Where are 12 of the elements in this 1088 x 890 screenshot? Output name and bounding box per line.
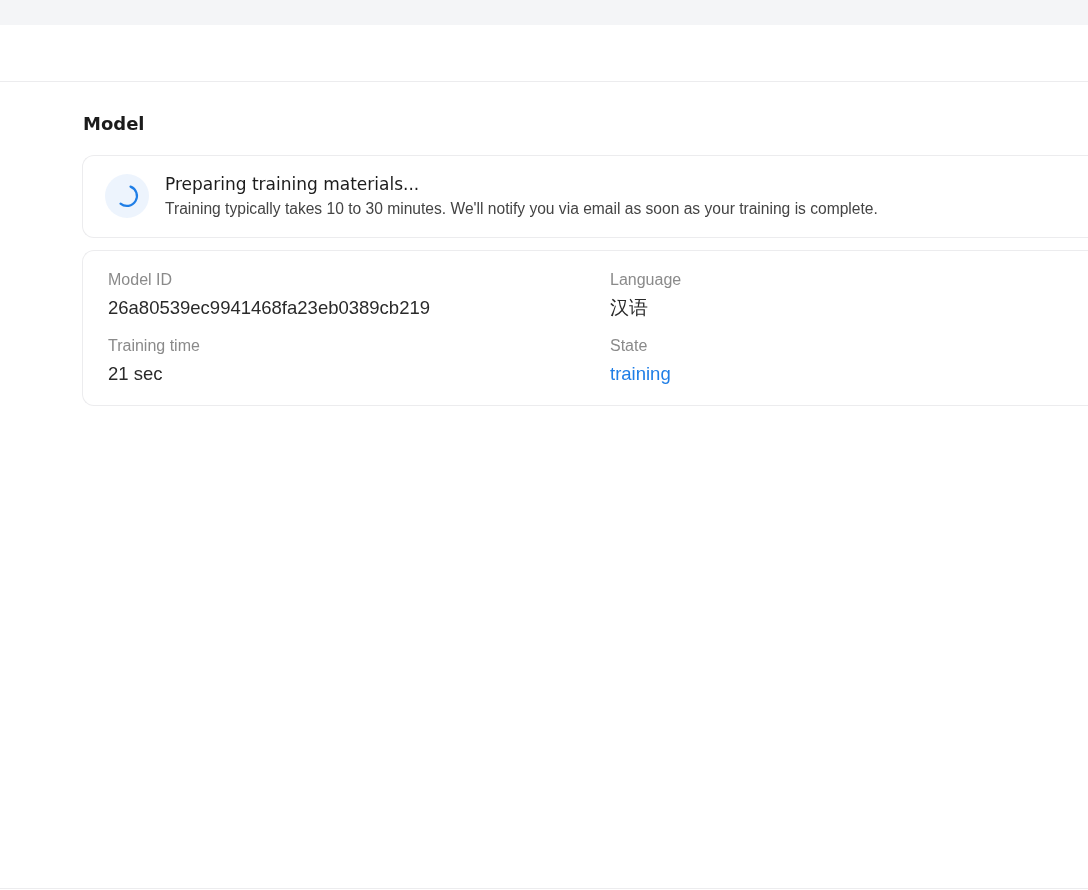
field-value: 26a80539ec9941468fa23eb0389cb219 [108,298,430,318]
section-title: Model [83,112,145,136]
field-label: State [610,337,648,355]
status-value: training [610,364,671,384]
status-title: Preparing training materials... [165,174,421,194]
field-label: Language [610,271,682,289]
field-value: 21 sec [108,364,163,384]
spinner-icon [105,174,149,218]
status-message: Training typically takes 10 to 30 minutes. We'll notify you via email as soon as your training is complete. [165,200,878,218]
field-label: Training time [108,337,200,355]
field-value: 汉语 [610,298,648,318]
field-label: Model ID [108,271,173,289]
